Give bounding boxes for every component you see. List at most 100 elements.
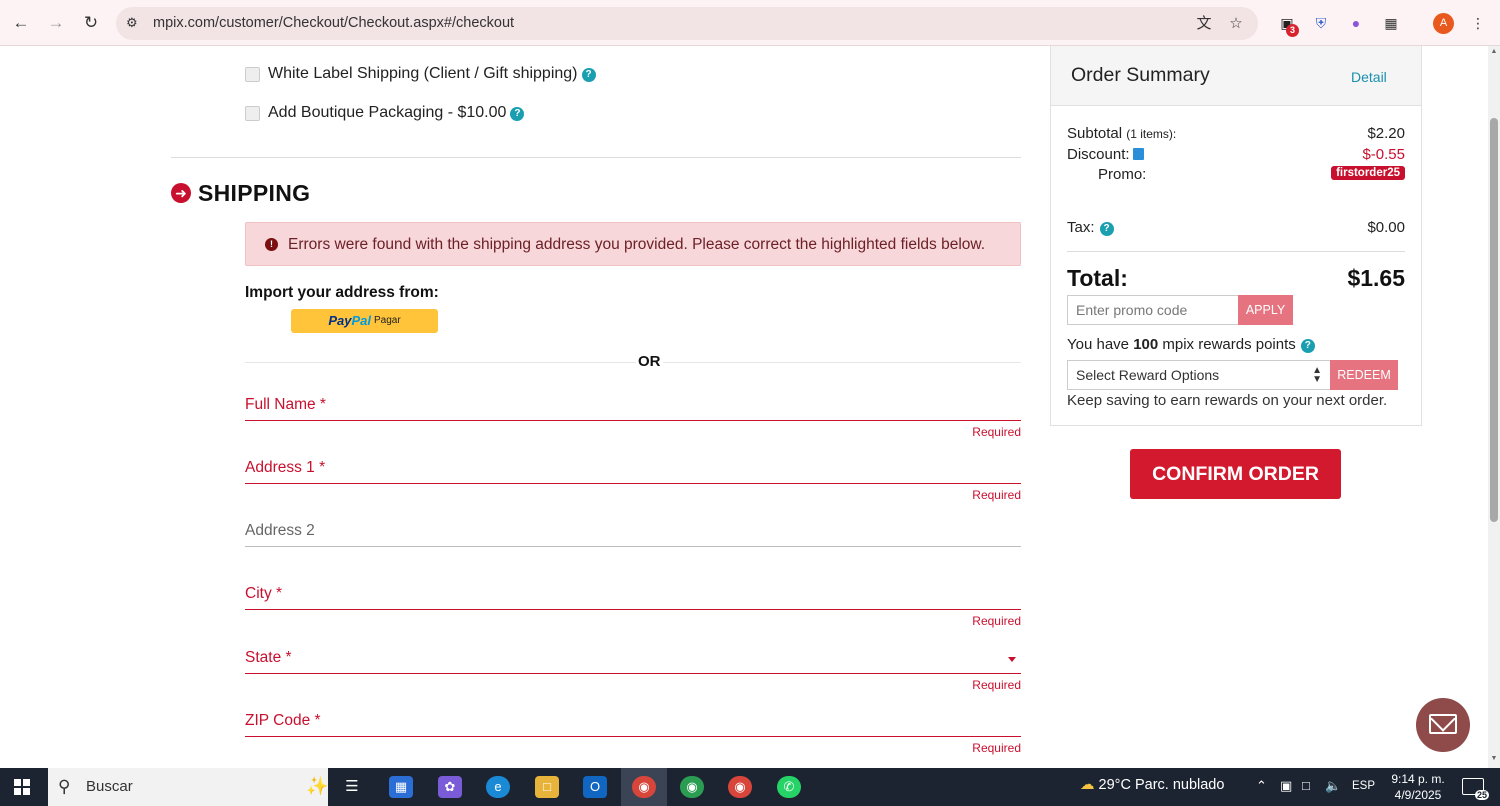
white-label-option[interactable]: White Label Shipping (Client / Gift ship…	[268, 65, 596, 83]
address2-field[interactable]: Address 2	[245, 517, 1021, 547]
store-icon[interactable]: ▦	[389, 776, 413, 798]
weather-text: 29°C Parc. nublado	[1098, 777, 1225, 793]
envelope-icon	[1429, 714, 1457, 734]
promo-row: Promo: firstorder25	[1067, 166, 1405, 183]
paypal-button[interactable]: PayPal Pagar	[291, 309, 438, 333]
address-bar[interactable]: ⚙ mpix.com/customer/Checkout/Checkout.as…	[116, 7, 1258, 40]
section-divider	[171, 157, 1021, 158]
promo-label: Promo:	[1098, 166, 1147, 183]
paypal-logo-pal: Pal	[351, 313, 371, 328]
trash-icon[interactable]	[1132, 148, 1144, 160]
sparkle-icon: ✨	[306, 776, 329, 796]
total-row: Total: $1.65	[1067, 265, 1405, 292]
device-icon[interactable]: ▣	[1280, 778, 1292, 794]
forward-icon[interactable]: →	[45, 12, 67, 34]
state-select[interactable]: State * Required	[245, 644, 1021, 692]
network-icon[interactable]: □	[1302, 778, 1310, 793]
whatsapp-icon[interactable]: ✆	[777, 776, 801, 798]
outlook-icon[interactable]: O	[583, 776, 607, 798]
order-summary-header: Order Summary Detail	[1051, 46, 1421, 106]
chrome-profile-icon[interactable]: ◉	[728, 776, 752, 798]
arrow-circle-icon: ➜	[171, 183, 191, 203]
or-divider	[245, 362, 1021, 363]
subtotal-items: (1 items):	[1126, 127, 1177, 141]
notification-icon[interactable]: 25	[1462, 778, 1489, 800]
profile-avatar[interactable]: A	[1433, 13, 1454, 34]
translate-icon[interactable]: 文	[1194, 14, 1214, 34]
boutique-label: Add Boutique Packaging - $10.00	[268, 104, 507, 121]
exclamation-icon: !	[265, 238, 278, 251]
chrome-profile-icon[interactable]: ◉	[680, 776, 704, 798]
help-icon[interactable]: ?	[1300, 339, 1315, 353]
redeem-button[interactable]: REDEEM	[1330, 360, 1398, 390]
purple-extension-icon[interactable]: ●	[1346, 13, 1366, 33]
zip-field[interactable]: ZIP Code * Required	[245, 707, 1021, 755]
search-icon: ⚲	[58, 777, 71, 796]
address2-label: Address 2	[245, 522, 315, 539]
promo-code-input[interactable]: Enter promo code	[1067, 295, 1239, 325]
reward-options-value: Select Reward Options	[1076, 367, 1220, 383]
discount-row: Discount: $-0.55	[1067, 146, 1405, 163]
paypal-action: Pagar	[373, 315, 401, 326]
reward-options-select[interactable]: Select Reward Options ▲ ▼	[1067, 360, 1331, 390]
total-value: $1.65	[1347, 265, 1405, 291]
reload-icon[interactable]: ↻	[80, 12, 102, 34]
zip-label: ZIP Code *	[245, 712, 321, 729]
task-view-icon[interactable]: ☰	[340, 776, 364, 798]
copilot-icon[interactable]: ✿	[438, 776, 462, 798]
boutique-option[interactable]: Add Boutique Packaging - $10.00?	[268, 104, 525, 122]
file-explorer-icon[interactable]: □	[535, 776, 559, 798]
windows-start-icon[interactable]	[14, 779, 30, 795]
caret-down-icon	[1008, 657, 1016, 662]
subtotal-value: $2.20	[1367, 125, 1405, 142]
required-error: Required	[972, 425, 1021, 439]
shield-extension-icon[interactable]: ⛨	[1311, 13, 1331, 33]
chat-button[interactable]	[1416, 698, 1470, 752]
order-summary-title: Order Summary	[1071, 64, 1210, 86]
weather-widget[interactable]: ☁ 29°C Parc. nublado	[1080, 777, 1224, 793]
total-label: Total:	[1067, 265, 1128, 291]
rewards-points: 100	[1133, 336, 1159, 353]
windows-taskbar: ⚲ Buscar ✨ ☰ ▦ ✿ e □ O ◉ ◉ ◉ ✆ ☁ 29°C Pa…	[0, 768, 1500, 806]
taskbar-search[interactable]: ⚲ Buscar ✨	[48, 768, 328, 806]
scroll-down-icon[interactable]: ▼	[1490, 755, 1498, 762]
taskbar-clock[interactable]: 9:14 p. m. 4/9/2025	[1390, 771, 1446, 803]
apply-button[interactable]: APPLY	[1238, 295, 1293, 325]
help-icon[interactable]: ?	[1099, 222, 1114, 236]
white-label-checkbox[interactable]	[245, 67, 260, 82]
city-field[interactable]: City * Required	[245, 580, 1021, 628]
tax-row: Tax:? $0.00	[1067, 219, 1405, 236]
weather-cloud-icon: ☁	[1080, 777, 1095, 793]
checkout-page: White Label Shipping (Client / Gift ship…	[0, 46, 1488, 768]
puzzle-extensions-icon[interactable]: ▦	[1381, 13, 1401, 33]
address1-field[interactable]: Address 1 * Required	[245, 454, 1021, 502]
help-icon[interactable]: ?	[510, 107, 525, 121]
full-name-field[interactable]: Full Name * Required	[245, 391, 1021, 439]
order-summary: Order Summary Detail Subtotal (1 items):…	[1050, 46, 1422, 426]
edge-icon[interactable]: e	[486, 776, 510, 798]
sort-arrows-icon: ▲ ▼	[1312, 365, 1322, 385]
language-indicator[interactable]: ESP	[1352, 780, 1375, 792]
detail-link[interactable]: Detail	[1351, 69, 1387, 85]
page-scrollbar[interactable]: ▲ ▼	[1488, 46, 1500, 768]
menu-kebab-icon[interactable]: ⋮	[1468, 13, 1488, 33]
extension-badge: 3	[1286, 24, 1299, 37]
city-label: City *	[245, 585, 283, 602]
chrome-icon[interactable]: ◉	[632, 776, 656, 798]
clock-date: 4/9/2025	[1394, 788, 1442, 802]
subtotal-row: Subtotal (1 items): $2.20	[1067, 125, 1405, 142]
confirm-order-button[interactable]: CONFIRM ORDER	[1130, 449, 1341, 499]
scroll-up-icon[interactable]: ▲	[1490, 48, 1498, 55]
back-icon[interactable]: ←	[10, 12, 32, 34]
volume-icon[interactable]: 🔈	[1325, 778, 1341, 794]
tax-label: Tax:	[1067, 219, 1095, 236]
bookmark-star-icon[interactable]: ☆	[1226, 14, 1246, 34]
boutique-checkbox[interactable]	[245, 106, 260, 121]
url-text[interactable]: mpix.com/customer/Checkout/Checkout.aspx…	[153, 15, 514, 31]
chevron-up-icon[interactable]: ⌃	[1256, 778, 1267, 794]
scrollbar-thumb[interactable]	[1490, 118, 1498, 522]
help-icon[interactable]: ?	[581, 68, 596, 82]
discount-label: Discount:	[1067, 146, 1130, 163]
required-error: Required	[972, 488, 1021, 502]
site-settings-icon[interactable]: ⚙	[126, 14, 144, 32]
